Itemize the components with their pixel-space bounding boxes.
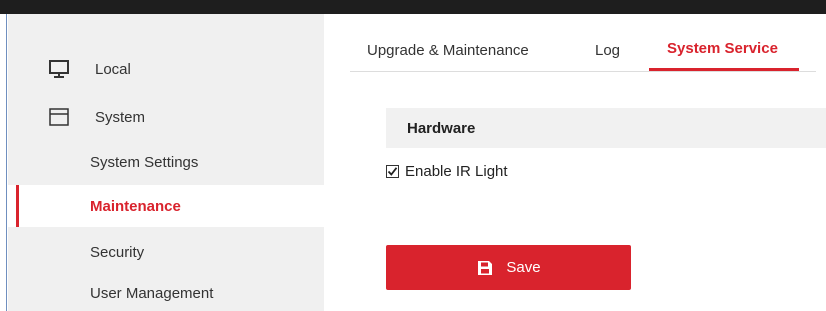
top-bar [0,0,826,14]
sidebar-item-maintenance[interactable]: Maintenance [8,185,324,227]
checkmark-icon [387,166,398,176]
section-header: Hardware [386,108,826,148]
sidebar-item-user-management[interactable]: User Management [8,276,324,311]
enable-ir-light-checkbox[interactable] [386,164,399,178]
enable-ir-light-label[interactable]: Enable IR Light [405,163,508,180]
sidebar-item-label: Security [90,243,145,261]
tab-divider [350,71,816,72]
sidebar-item-label: System Settings [90,153,199,171]
sidebar-item-label: Maintenance [90,197,181,215]
sidebar-item-label: Local [95,60,131,78]
sidebar-item-system[interactable]: System [8,99,324,135]
sidebar-item-local[interactable]: Local [8,51,324,87]
tab-upgrade-maintenance[interactable]: Upgrade & Maintenance [367,42,529,59]
section-title: Hardware [407,120,476,137]
monitor-icon [48,59,70,79]
left-border [0,14,7,311]
save-button[interactable]: Save [386,245,631,290]
tab-system-service[interactable]: System Service [667,40,778,57]
save-icon [476,259,494,277]
tab-log[interactable]: Log [595,42,620,59]
sidebar-item-system-settings[interactable]: System Settings [8,145,324,179]
tab-bar: Upgrade & Maintenance Log System Service [350,14,826,74]
save-label: Save [506,259,541,276]
sidebar: Local System System Settings Maintenance… [8,14,324,311]
sidebar-item-label: User Management [90,285,214,302]
active-tab-indicator [649,68,799,71]
enable-ir-light-row: Enable IR Light [386,160,508,182]
sidebar-item-security[interactable]: Security [8,233,324,271]
window-icon [48,107,70,127]
sidebar-item-label: System [95,108,146,126]
